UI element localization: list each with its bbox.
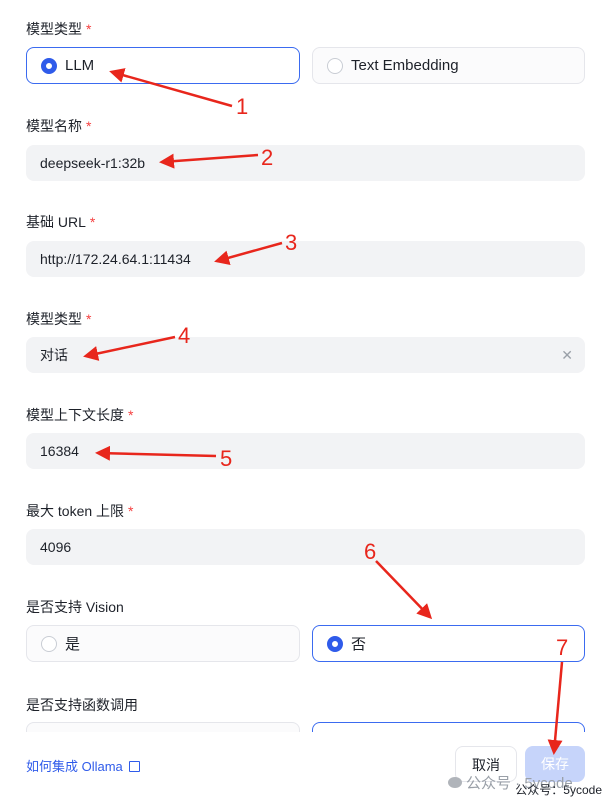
annotation-6: 6 [364, 539, 377, 564]
model-type-select[interactable]: 对话 ✕ [26, 337, 585, 373]
bottom-watermark: 公众号：5ycode [515, 783, 602, 797]
radio-selected-icon [327, 635, 343, 652]
radio-selected-icon [41, 57, 57, 74]
max-tokens-input[interactable]: 4096 [26, 529, 585, 565]
ollama-integration-link[interactable]: 如何集成 Ollama [26, 756, 141, 775]
option-label: Text Embedding [351, 57, 459, 74]
vision-option-yes[interactable]: 是 [26, 625, 300, 662]
function-call-label: 是否支持函数调用 [26, 697, 138, 713]
model-type-label: 模型类型 * [26, 311, 92, 327]
radio-unselected-icon [41, 635, 57, 652]
annotation-2: 2 [261, 145, 274, 170]
context-length-input[interactable]: 16384 [26, 433, 585, 469]
annotation-arrows [83, 68, 564, 755]
option-label: 是 [65, 636, 81, 653]
wechat-icon [448, 777, 462, 788]
model-type-value: 对话 [40, 347, 68, 363]
max-tokens-label: 最大 token 上限 * [26, 503, 134, 519]
annotation-7: 7 [556, 635, 569, 660]
vision-option-no[interactable]: 否 [312, 625, 585, 662]
model-kind-option-llm[interactable]: LLM [26, 47, 300, 84]
annotation-4: 4 [178, 323, 191, 348]
model-kind-label: 模型类型 * [26, 21, 92, 37]
vision-label: 是否支持 Vision [26, 599, 124, 615]
function-call-option-no[interactable] [312, 722, 585, 732]
annotation-3: 3 [285, 230, 298, 255]
link-label: 如何集成 Ollama [26, 759, 123, 774]
clear-icon[interactable]: ✕ [561, 337, 573, 373]
annotation-5: 5 [220, 446, 233, 471]
base-url-input[interactable]: http://172.24.64.1:11434 [26, 241, 585, 277]
base-url-label: 基础 URL * [26, 214, 96, 230]
annotation-1: 1 [236, 94, 249, 119]
arrow-6 [375, 560, 433, 620]
function-call-option-yes[interactable] [26, 722, 300, 732]
model-kind-option-text-embedding[interactable]: Text Embedding [312, 47, 585, 84]
option-label: 否 [351, 636, 367, 653]
model-name-label: 模型名称 * [26, 118, 92, 134]
option-label: LLM [65, 57, 95, 74]
model-name-input[interactable]: deepseek-r1:32b [26, 145, 585, 181]
external-link-icon [129, 761, 141, 772]
context-length-label: 模型上下文长度 * [26, 407, 134, 423]
radio-unselected-icon [327, 57, 343, 74]
